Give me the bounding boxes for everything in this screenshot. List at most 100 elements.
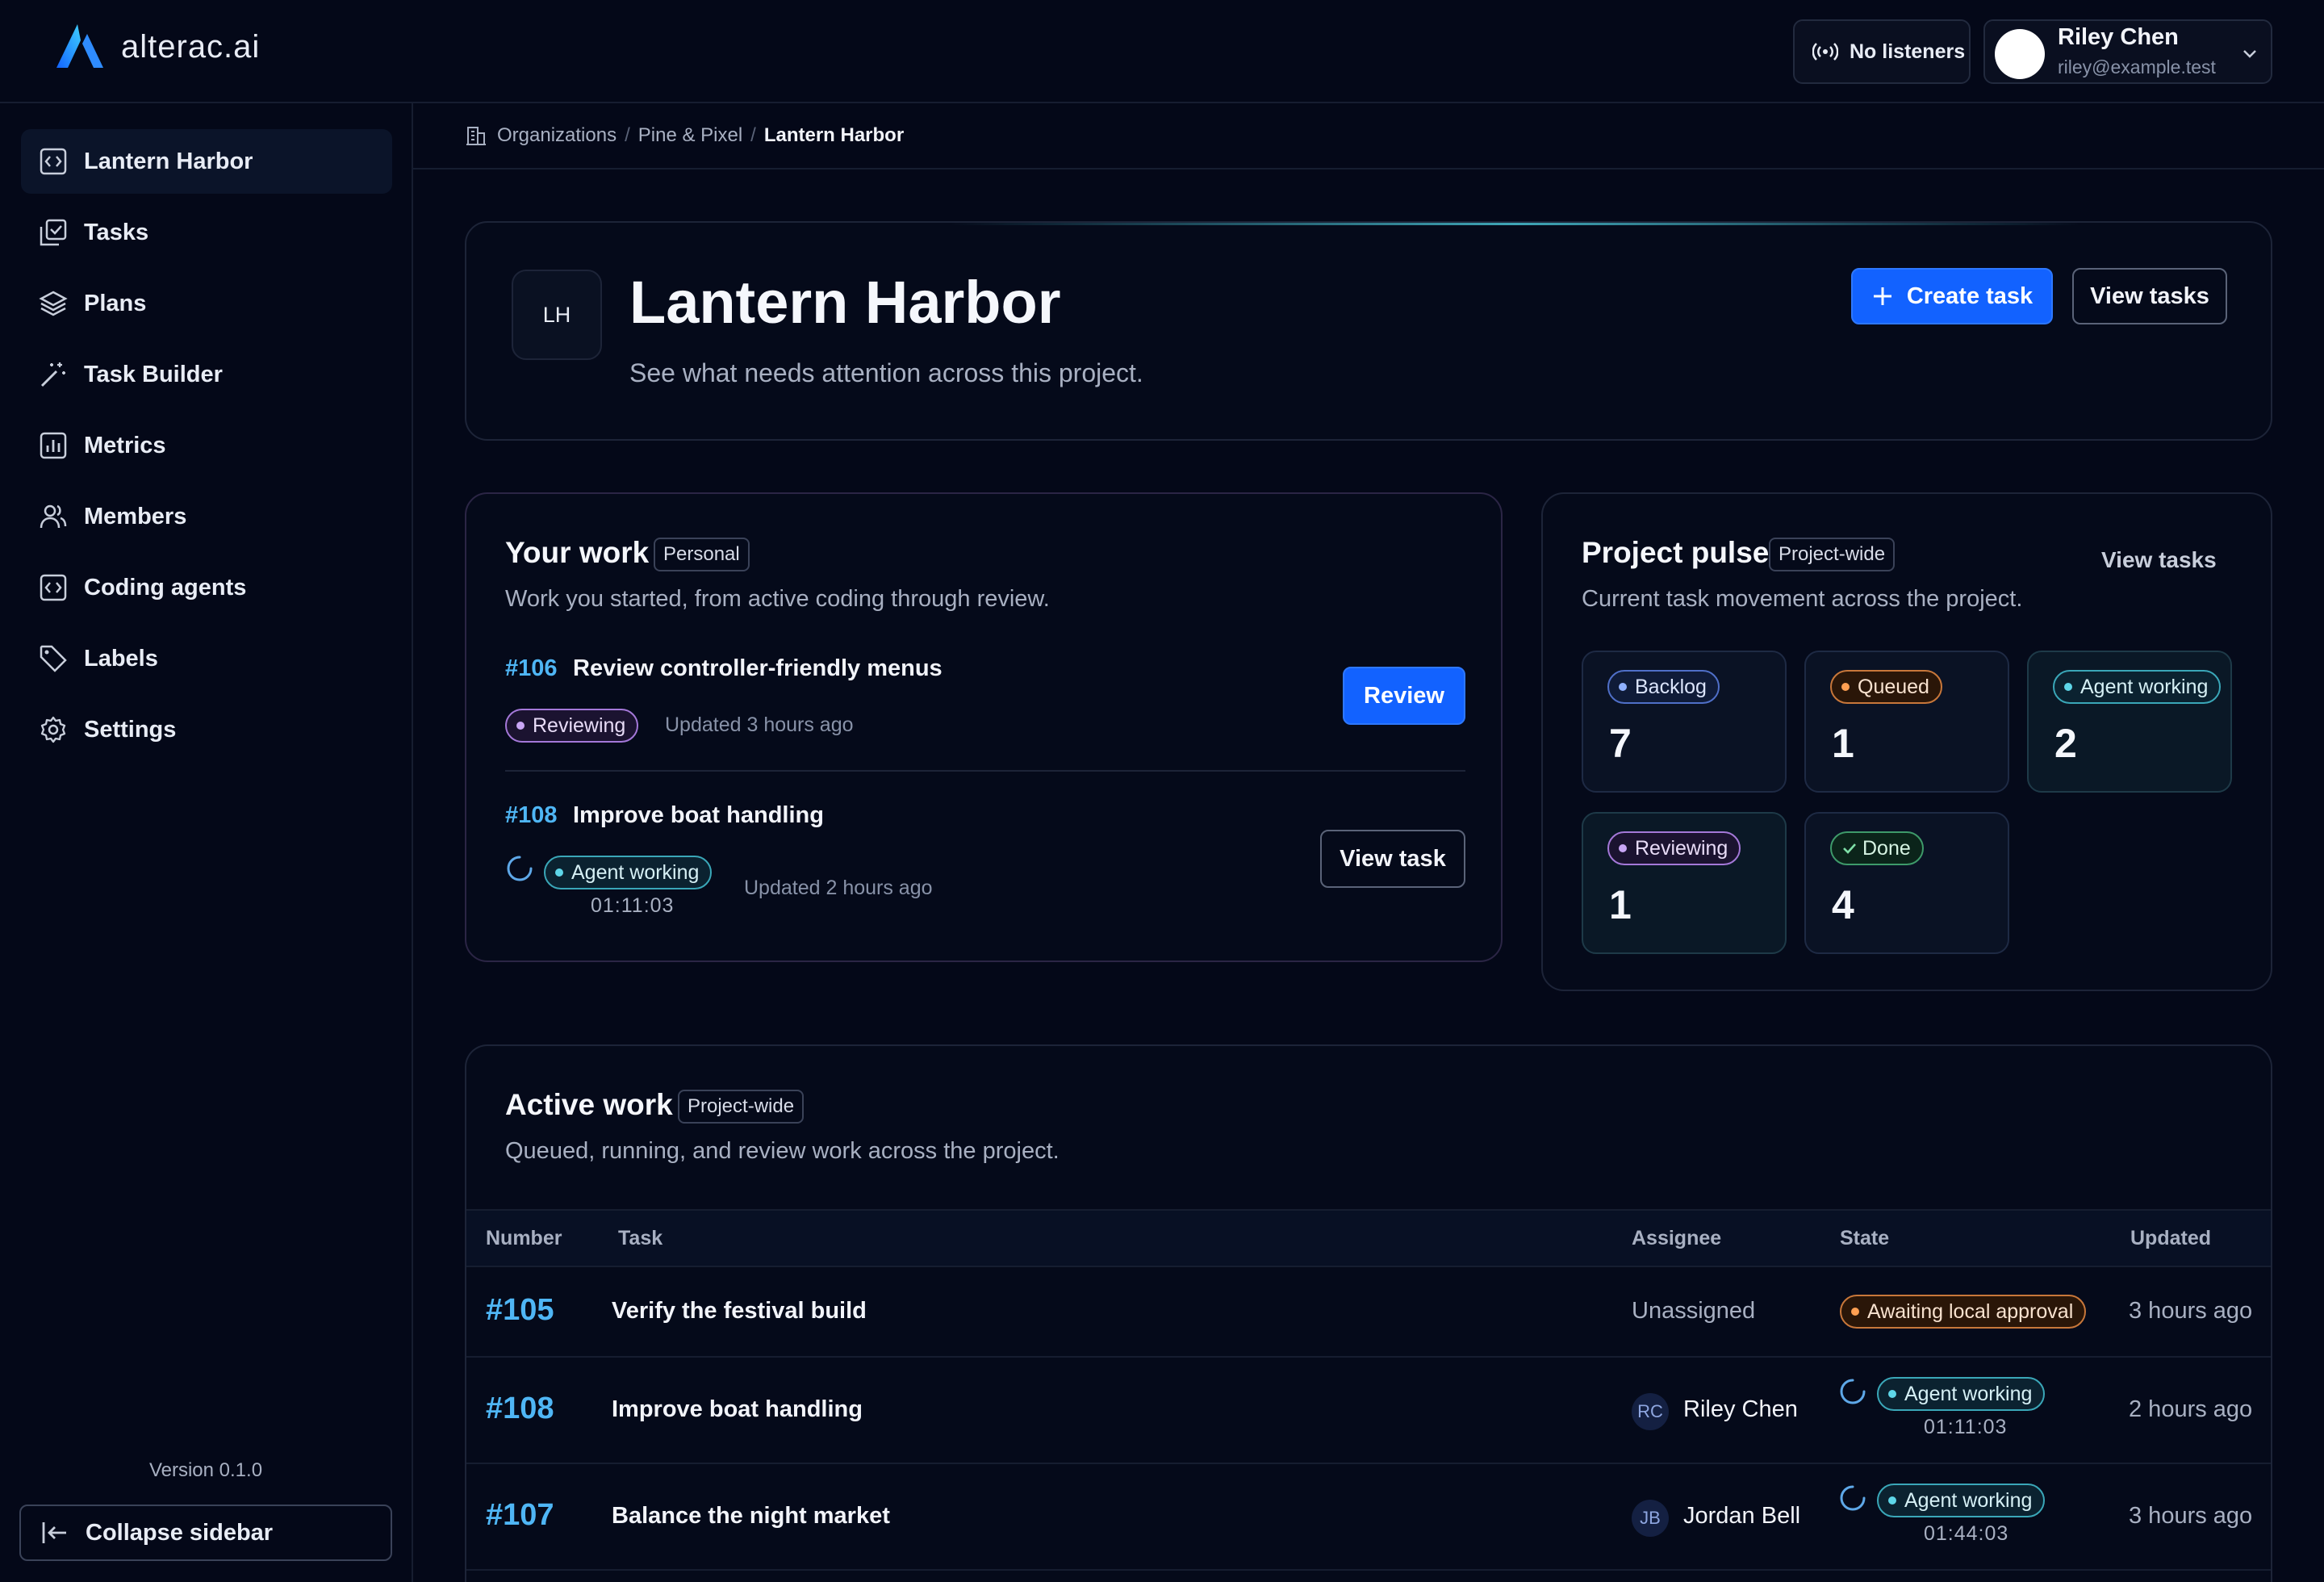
sidebar-item-labels[interactable]: Labels [21,626,392,691]
sidebar-item-plans[interactable]: Plans [21,271,392,336]
your-work-card: Your work Personal Work you started, fro… [465,492,1503,962]
task-title-link[interactable]: Verify the festival build [612,1298,867,1325]
column-header-updated[interactable]: Updated [2130,1227,2211,1250]
status-label: Agent working [571,860,700,884]
breadcrumb-organizations[interactable]: Organizations [497,124,617,147]
status-badge: Backlog [1607,670,1720,704]
table-row[interactable]: #108 Improve boat handling RC Riley Chen… [466,1358,2271,1464]
project-pulse-subtitle: Current task movement across the project… [1582,586,2023,612]
sidebar-item-metrics[interactable]: Metrics [21,413,392,478]
status-label: Awaiting local approval [1867,1300,2074,1323]
listeners-button[interactable]: No listeners [1793,19,1971,84]
column-header-assignee[interactable]: Assignee [1632,1227,1721,1250]
review-button[interactable]: Review [1343,667,1465,725]
breadcrumb-separator: / [750,124,756,146]
stat-done[interactable]: Done 4 [1804,812,2009,954]
task-number-link[interactable]: #105 [486,1293,554,1328]
sidebar-item-label: Coding agents [84,574,247,601]
collapse-sidebar-label: Collapse sidebar [86,1519,274,1546]
tasks-icon [40,219,67,246]
elapsed-timer: 01:11:03 [591,894,675,917]
broadcast-icon [1812,43,1838,61]
chevron-down-icon [2243,50,2256,58]
table-header: Number Task Assignee State Updated [466,1209,2271,1267]
sidebar-item-coding-agents[interactable]: Coding agents [21,555,392,620]
brand-logo[interactable]: alterac.ai [53,23,260,71]
stat-count: 1 [1832,721,1854,766]
stat-agent-working[interactable]: Agent working 2 [2027,651,2232,793]
active-work-title: Active work [505,1088,673,1121]
task-number-link[interactable]: #106 [505,655,558,682]
users-icon [40,504,67,529]
building-icon [466,127,486,145]
view-task-button[interactable]: View task [1320,830,1465,888]
project-badge: LH [512,270,602,360]
gear-icon [40,716,66,743]
tag-icon [40,645,67,672]
updated-time: 3 hours ago [2129,1298,2253,1324]
code-box-icon [40,574,67,601]
plus-icon [1873,287,1891,305]
task-number-link[interactable]: #107 [486,1498,554,1533]
updated-time: 2 hours ago [2129,1396,2253,1422]
status-dot [1888,1496,1896,1505]
brand-name: alterac.ai [121,28,261,65]
view-tasks-link[interactable]: View tasks [2101,547,2217,573]
breadcrumb-org[interactable]: Pine & Pixel [638,124,742,147]
active-work-card: Active work Project-wide Queued, running… [465,1044,2272,1582]
task-title-link[interactable]: Review controller-friendly menus [573,655,943,682]
status-dot [1619,844,1627,852]
check-icon [1843,843,1856,854]
sidebar-item-members[interactable]: Members [21,484,392,549]
sidebar-item-label: Metrics [84,432,166,458]
sidebar-item-settings[interactable]: Settings [21,697,392,762]
status-label: Agent working [1904,1382,2033,1405]
table-row[interactable]: #107 Balance the night market JB Jordan … [466,1464,2271,1571]
status-dot [2064,683,2072,691]
stat-backlog[interactable]: Backlog 7 [1582,651,1787,793]
task-number-link[interactable]: #108 [486,1392,554,1426]
spinner-icon [1840,1485,1866,1511]
status-label: Queued [1858,675,1929,698]
sidebar-item-label: Tasks [84,219,149,245]
user-menu[interactable]: Riley Chen riley@example.test [1983,19,2272,84]
task-number-link[interactable]: #108 [505,802,558,829]
view-tasks-button[interactable]: View tasks [2072,268,2227,324]
sidebar-item-lantern-harbor[interactable]: Lantern Harbor [21,129,392,194]
stat-reviewing[interactable]: Reviewing 1 [1582,812,1787,954]
stat-count: 1 [1609,882,1632,927]
your-work-title: Your work [505,536,650,569]
status-badge: Reviewing [1607,831,1741,865]
task-title-link[interactable]: Improve boat handling [573,802,824,829]
status-label: Done [1862,836,1911,860]
sidebar-item-tasks[interactable]: Tasks [21,200,392,265]
avatar [1995,29,2045,79]
status-label: Reviewing [533,714,626,737]
status-badge: Agent working [1877,1484,2046,1517]
sidebar-item-label: Lantern Harbor [84,148,253,174]
column-header-state[interactable]: State [1840,1227,1889,1250]
status-dot [1851,1308,1859,1316]
column-header-task[interactable]: Task [618,1227,663,1250]
project-pulse-title: Project pulse [1582,536,1770,569]
updated-time: 3 hours ago [2129,1503,2253,1529]
logo-icon [56,24,103,68]
column-header-number[interactable]: Number [486,1227,562,1250]
sidebar-item-task-builder[interactable]: Task Builder [21,342,392,407]
personal-tag: Personal [654,538,750,571]
your-work-subtitle: Work you started, from active coding thr… [505,586,1050,612]
create-task-button[interactable]: Create task [1851,268,2053,324]
collapse-sidebar-button[interactable]: Collapse sidebar [19,1505,392,1561]
task-title-link[interactable]: Improve boat handling [612,1396,863,1423]
stat-count: 4 [1832,882,1854,927]
table-row[interactable]: #105 Verify the festival build Unassigne… [466,1267,2271,1358]
stat-queued[interactable]: Queued 1 [1804,651,2009,793]
task-title-link[interactable]: Balance the night market [612,1503,890,1530]
status-dot [1619,683,1627,691]
breadcrumb-current: Lantern Harbor [763,124,905,146]
assignee: Unassigned [1632,1298,1756,1324]
breadcrumb: Organizations / Pine & Pixel / Lantern H… [413,103,2324,170]
sidebar-item-label: Settings [84,716,177,743]
status-badge: Agent working [2053,670,2222,704]
code-box-icon [40,148,67,175]
